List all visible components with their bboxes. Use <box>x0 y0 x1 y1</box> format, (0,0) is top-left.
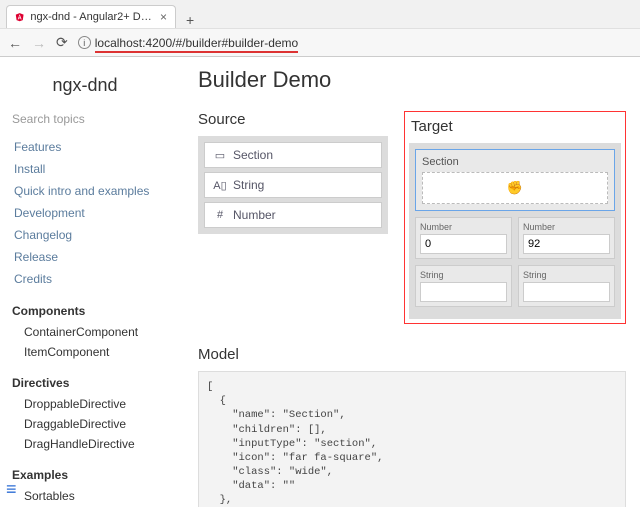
target-heading: Target <box>411 118 621 135</box>
site-info-icon[interactable]: i <box>78 36 91 49</box>
sidebar-subitem[interactable]: Sortables <box>10 486 160 506</box>
sidebar-subitem[interactable]: DragHandleDirective <box>10 434 160 454</box>
browser-navbar: ← → ⟳ i localhost:4200/#/builder#builder… <box>0 28 640 56</box>
target-cell-label: Number <box>420 222 507 232</box>
source-item[interactable]: # Number <box>204 202 382 228</box>
target-cell-label: Number <box>523 222 610 232</box>
target-cell[interactable]: Number <box>415 217 512 259</box>
main-content: Builder Demo Source ▭ Section A▯ String # Num… <box>170 57 640 507</box>
sidebar-item[interactable]: Release <box>10 246 160 268</box>
sidebar-subitem[interactable]: ItemComponent <box>10 342 160 362</box>
source-panel: Source ▭ Section A▯ String # Number <box>198 111 388 324</box>
number-input[interactable] <box>420 234 507 254</box>
source-item-icon: ▭ <box>213 149 227 162</box>
close-icon[interactable]: × <box>160 10 167 24</box>
target-cell[interactable]: String <box>415 265 512 307</box>
angular-icon <box>15 11 24 23</box>
string-input[interactable] <box>420 282 507 302</box>
app: ngx-dnd Search topics FeaturesInstallQui… <box>0 57 640 507</box>
target-cell[interactable]: Number <box>518 217 615 259</box>
reload-icon[interactable]: ⟳ <box>56 34 68 51</box>
section-label: Section <box>422 156 608 168</box>
brand-title: ngx-dnd <box>10 67 160 112</box>
browser-tab[interactable]: ngx-dnd - Angular2+ Drag and D × <box>6 5 176 28</box>
sidebar: ngx-dnd Search topics FeaturesInstallQui… <box>0 57 170 507</box>
source-item-label: Number <box>233 208 276 222</box>
target-section[interactable]: Section ✊ <box>415 149 615 211</box>
search-input[interactable]: Search topics <box>12 112 160 126</box>
target-cell-label: String <box>523 270 610 280</box>
sidebar-item[interactable]: Quick intro and examples <box>10 180 160 202</box>
sidebar-subitem[interactable]: DroppableDirective <box>10 394 160 414</box>
model-json-output: [ { "name": "Section", "children": [], "… <box>198 371 626 507</box>
url-bar[interactable]: i localhost:4200/#/builder#builder-demo <box>78 36 632 50</box>
sidebar-group-heading: Components <box>10 300 160 322</box>
new-tab-button[interactable]: + <box>180 12 200 28</box>
tab-title: ngx-dnd - Angular2+ Drag and D <box>30 11 154 23</box>
target-row: Number Number <box>415 217 615 259</box>
string-input[interactable] <box>523 282 610 302</box>
source-item[interactable]: ▭ Section <box>204 142 382 168</box>
source-item-label: Section <box>233 148 273 162</box>
tab-bar: ngx-dnd - Angular2+ Drag and D × + <box>0 0 640 28</box>
target-panel: Target Section ✊ NumberNumberStringStrin… <box>404 111 626 324</box>
target-cell[interactable]: String <box>518 265 615 307</box>
sidebar-item[interactable]: Install <box>10 158 160 180</box>
source-heading: Source <box>198 111 388 128</box>
sidebar-subitem[interactable]: ContainerComponent <box>10 322 160 342</box>
section-inner-dropzone[interactable]: ✊ <box>422 172 608 204</box>
hamburger-icon[interactable]: ≡ <box>6 479 17 500</box>
sidebar-item[interactable]: Credits <box>10 268 160 290</box>
number-input[interactable] <box>523 234 610 254</box>
sidebar-item[interactable]: Features <box>10 136 160 158</box>
source-list: ▭ Section A▯ String # Number <box>198 136 388 234</box>
sidebar-group-heading: Directives <box>10 372 160 394</box>
browser-chrome: ngx-dnd - Angular2+ Drag and D × + ← → ⟳… <box>0 0 640 57</box>
back-icon[interactable]: ← <box>8 35 22 51</box>
target-cell-label: String <box>420 270 507 280</box>
sidebar-item[interactable]: Changelog <box>10 224 160 246</box>
source-item-icon: A▯ <box>213 179 227 192</box>
sidebar-item[interactable]: Development <box>10 202 160 224</box>
target-dropzone[interactable]: Section ✊ Number Number String String <box>409 143 621 319</box>
target-row: String String <box>415 265 615 307</box>
source-item[interactable]: A▯ String <box>204 172 382 198</box>
grab-icon[interactable]: ✊ <box>507 180 523 196</box>
sidebar-subitem[interactable]: DraggableDirective <box>10 414 160 434</box>
sidebar-group-heading: Examples <box>10 464 160 486</box>
source-item-icon: # <box>213 209 227 221</box>
url-text: localhost:4200/#/builder#builder-demo <box>95 36 298 50</box>
forward-icon[interactable]: → <box>32 35 46 51</box>
page-title: Builder Demo <box>198 67 626 93</box>
source-item-label: String <box>233 178 264 192</box>
model-heading: Model <box>198 346 626 363</box>
